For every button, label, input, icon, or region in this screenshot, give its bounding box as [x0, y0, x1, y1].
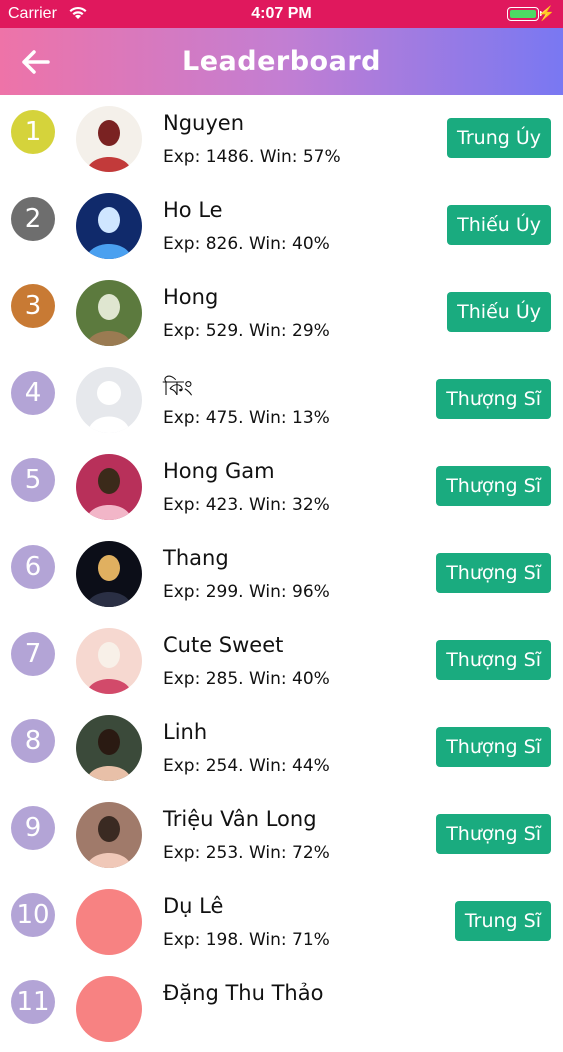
clock: 4:07 PM — [251, 5, 312, 22]
player-stats: Exp: 299. Win: 96% — [163, 582, 330, 602]
leaderboard-row[interactable]: 7 Cute Sweet Exp: 285. Win: 40% Thượng Sĩ — [0, 617, 563, 704]
avatar[interactable] — [76, 889, 142, 955]
player-name: Triệu Vân Long — [163, 807, 317, 831]
rank-title-button[interactable]: Thượng Sĩ — [436, 379, 551, 419]
rank-badge: 1 — [11, 110, 55, 154]
player-stats: Exp: 1486. Win: 57% — [163, 147, 341, 167]
avatar[interactable] — [76, 106, 142, 172]
rank-title-button[interactable]: Thượng Sĩ — [436, 640, 551, 680]
rank-title-button[interactable]: Trung Úy — [447, 118, 551, 158]
rank-badge: 2 — [11, 197, 55, 241]
player-stats: Exp: 423. Win: 32% — [163, 495, 330, 515]
rank-title-button[interactable]: Thượng Sĩ — [436, 727, 551, 767]
rank-badge: 8 — [11, 719, 55, 763]
avatar[interactable] — [76, 280, 142, 346]
avatar[interactable] — [76, 628, 142, 694]
player-stats: Exp: 253. Win: 72% — [163, 843, 330, 863]
player-name: Hong — [163, 285, 219, 309]
player-stats: Exp: 826. Win: 40% — [163, 234, 330, 254]
rank-badge: 4 — [11, 371, 55, 415]
avatar[interactable] — [76, 367, 142, 433]
rank-badge: 11 — [11, 980, 55, 1024]
rank-badge: 9 — [11, 806, 55, 850]
player-name: Ho Le — [163, 198, 223, 222]
battery-icon — [507, 7, 542, 21]
player-stats: Exp: 254. Win: 44% — [163, 756, 330, 776]
page-title: Leaderboard — [182, 46, 381, 77]
avatar[interactable] — [76, 541, 142, 607]
player-stats: Exp: 285. Win: 40% — [163, 669, 330, 689]
leaderboard-row[interactable]: 11 Đặng Thu Thảo — [0, 965, 563, 1052]
leaderboard-row[interactable]: 10 Dụ Lê Exp: 198. Win: 71% Trung Sĩ — [0, 878, 563, 965]
player-name: কিং — [163, 376, 193, 400]
leaderboard-row[interactable]: 3 Hong Exp: 529. Win: 29% Thiếu Úy — [0, 269, 563, 356]
leaderboard-row[interactable]: 8 Linh Exp: 254. Win: 44% Thượng Sĩ — [0, 704, 563, 791]
avatar[interactable] — [76, 193, 142, 259]
avatar[interactable] — [76, 976, 142, 1042]
player-name: Thang — [163, 546, 229, 570]
avatar[interactable] — [76, 715, 142, 781]
leaderboard-row[interactable]: 5 Hong Gam Exp: 423. Win: 32% Thượng Sĩ — [0, 443, 563, 530]
avatar[interactable] — [76, 454, 142, 520]
rank-title-button[interactable]: Thượng Sĩ — [436, 553, 551, 593]
player-name: Cute Sweet — [163, 633, 284, 657]
leaderboard-row[interactable]: 1 Nguyen Exp: 1486. Win: 57% Trung Úy — [0, 95, 563, 182]
rank-title-button[interactable]: Thượng Sĩ — [436, 466, 551, 506]
rank-title-button[interactable]: Thượng Sĩ — [436, 814, 551, 854]
leaderboard-row[interactable]: 9 Triệu Vân Long Exp: 253. Win: 72% Thượng … — [0, 791, 563, 878]
rank-badge: 5 — [11, 458, 55, 502]
rank-badge: 10 — [11, 893, 55, 937]
nav-header: Leaderboard — [0, 28, 563, 95]
rank-title-button[interactable]: Thiếu Úy — [447, 292, 551, 332]
rank-title-button[interactable]: Thiếu Úy — [447, 205, 551, 245]
player-name: Dụ Lê — [163, 894, 224, 918]
rank-badge: 3 — [11, 284, 55, 328]
player-name: Nguyen — [163, 111, 245, 135]
charging-icon: ⚡ — [537, 5, 555, 21]
rank-title-button[interactable]: Trung Sĩ — [454, 901, 551, 941]
leaderboard-row[interactable]: 6 Thang Exp: 299. Win: 96% Thượng Sĩ — [0, 530, 563, 617]
player-name: Đặng Thu Thảo — [163, 981, 324, 1005]
leaderboard-row[interactable]: 2 Ho Le Exp: 826. Win: 40% Thiếu Úy — [0, 182, 563, 269]
rank-badge: 6 — [11, 545, 55, 589]
avatar[interactable] — [76, 802, 142, 868]
status-bar: Carrier 4:07 PM ⚡ — [0, 0, 563, 28]
player-stats: Exp: 529. Win: 29% — [163, 321, 330, 341]
rank-badge: 7 — [11, 632, 55, 676]
player-stats: Exp: 198. Win: 71% — [163, 930, 330, 950]
player-stats: Exp: 475. Win: 13% — [163, 408, 330, 428]
leaderboard-row[interactable]: 4 কিং Exp: 475. Win: 13% Thượng Sĩ — [0, 356, 563, 443]
player-name: Hong Gam — [163, 459, 275, 483]
player-name: Linh — [163, 720, 208, 744]
